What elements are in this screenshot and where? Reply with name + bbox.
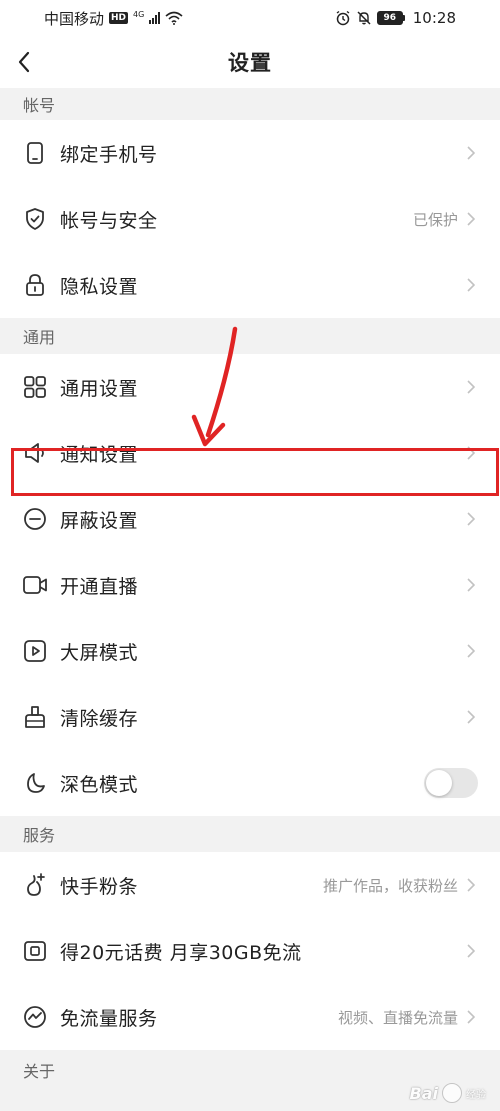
status-bar: 中国移动 HD 4G 96 10:28 xyxy=(0,0,500,36)
item-value: 视频、直播免流量 xyxy=(337,1008,458,1027)
item-label: 屏蔽设置 xyxy=(60,509,139,532)
block-minus-icon xyxy=(22,506,48,532)
section-header-general: 通用 xyxy=(0,318,500,354)
settings-item-phone-credit[interactable]: 得20元话费 月享30GB免流 xyxy=(0,918,500,984)
item-label: 大屏模式 xyxy=(60,641,139,664)
brush-icon xyxy=(22,704,48,730)
lock-icon xyxy=(22,272,48,298)
settings-item-dark-mode: 深色模式 xyxy=(0,750,500,816)
settings-item-clear-cache[interactable]: 清除缓存 xyxy=(0,684,500,750)
chevron-right-icon xyxy=(464,379,478,395)
item-label: 快手粉条 xyxy=(60,875,139,898)
status-right: 96 10:28 xyxy=(335,9,456,27)
hd-badge: HD xyxy=(109,12,129,24)
dark-mode-toggle[interactable] xyxy=(424,768,478,798)
settings-item-fentiao[interactable]: 快手粉条 推广作品，收获粉丝 xyxy=(0,852,500,918)
flame-plus-icon xyxy=(22,872,48,898)
chevron-right-icon xyxy=(464,577,478,593)
battery-level: 96 xyxy=(377,12,402,24)
watermark-text: Bai xyxy=(409,1083,438,1103)
settings-item-bind-phone[interactable]: 绑定手机号 xyxy=(0,120,500,186)
chevron-right-icon xyxy=(464,511,478,527)
item-label: 清除缓存 xyxy=(60,707,139,730)
settings-item-big-screen[interactable]: 大屏模式 xyxy=(0,618,500,684)
network-type: 4G xyxy=(133,9,145,19)
back-button[interactable] xyxy=(10,48,38,76)
chevron-left-icon xyxy=(18,51,30,73)
play-screen-icon xyxy=(22,638,48,664)
page-title: 设置 xyxy=(228,51,272,75)
chevron-right-icon xyxy=(464,277,478,293)
settings-item-account-security[interactable]: 帐号与安全 已保护 xyxy=(0,186,500,252)
video-camera-icon xyxy=(22,572,48,598)
chevron-right-icon xyxy=(464,877,478,893)
status-time: 10:28 xyxy=(412,9,456,27)
watermark-sub: 经验 xyxy=(466,1089,486,1101)
settings-item-live[interactable]: 开通直播 xyxy=(0,552,500,618)
toggle-knob xyxy=(426,770,452,796)
item-label: 通知设置 xyxy=(60,443,139,466)
moon-icon xyxy=(22,770,48,796)
item-label: 深色模式 xyxy=(60,773,139,796)
signal-icon xyxy=(149,12,161,24)
chevron-right-icon xyxy=(464,1009,478,1025)
chevron-right-icon xyxy=(464,643,478,659)
grid-icon xyxy=(22,374,48,400)
watermark: Bai 经验 xyxy=(410,1083,486,1103)
mute-bell-icon xyxy=(357,11,371,25)
settings-item-notifications[interactable]: 通知设置 xyxy=(0,420,500,486)
chevron-right-icon xyxy=(464,211,478,227)
item-value: 推广作品，收获粉丝 xyxy=(322,876,458,895)
item-value: 已保护 xyxy=(412,210,458,229)
item-label: 帐号与安全 xyxy=(60,209,158,232)
chevron-right-icon xyxy=(464,445,478,461)
section-header-account: 帐号 xyxy=(0,88,500,120)
settings-item-privacy[interactable]: 隐私设置 xyxy=(0,252,500,318)
wifi-icon xyxy=(165,11,183,25)
item-label: 隐私设置 xyxy=(60,275,139,298)
sim-card-icon xyxy=(22,938,48,964)
paw-icon xyxy=(442,1083,462,1103)
item-label: 开通直播 xyxy=(60,575,139,598)
chevron-right-icon xyxy=(464,943,478,959)
settings-item-general[interactable]: 通用设置 xyxy=(0,354,500,420)
wave-circle-icon xyxy=(22,1004,48,1030)
chevron-right-icon xyxy=(464,709,478,725)
item-label: 绑定手机号 xyxy=(60,143,158,166)
battery-icon: 96 xyxy=(376,11,405,25)
item-label: 免流量服务 xyxy=(60,1007,158,1030)
settings-item-block[interactable]: 屏蔽设置 xyxy=(0,486,500,552)
item-label: 通用设置 xyxy=(60,377,139,400)
nav-bar: 设置 xyxy=(0,36,500,88)
shield-check-icon xyxy=(22,206,48,232)
settings-item-free-data[interactable]: 免流量服务 视频、直播免流量 xyxy=(0,984,500,1050)
alarm-icon xyxy=(336,10,350,26)
speaker-icon xyxy=(22,440,48,466)
status-left: 中国移动 HD 4G xyxy=(44,8,183,29)
phone-icon xyxy=(22,140,48,166)
item-label: 得20元话费 月享30GB免流 xyxy=(60,941,302,964)
section-header-services: 服务 xyxy=(0,816,500,852)
carrier-name: 中国移动 xyxy=(44,9,105,28)
chevron-right-icon xyxy=(464,145,478,161)
